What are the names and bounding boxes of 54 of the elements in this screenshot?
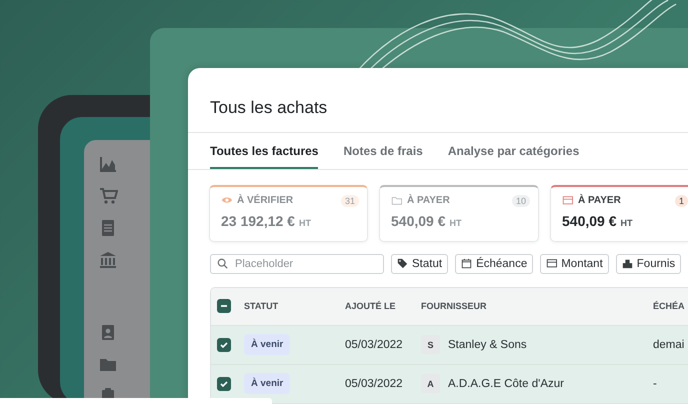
- table-row[interactable]: À venir 05/03/2022 A A.D.A.G.E Côte d'Azur -: [211, 364, 688, 404]
- summary-card[interactable]: À VÉRIFIER 31 23 192,12 € HT: [209, 184, 368, 242]
- building-icon: [622, 258, 633, 270]
- column-header: ÉCHÉA: [653, 301, 686, 312]
- filter-button[interactable]: Montant: [540, 254, 609, 274]
- calendar-icon: [461, 258, 472, 270]
- card-label: À VÉRIFIER: [237, 195, 294, 206]
- amount: 23 192,12 €: [221, 212, 295, 229]
- search-field[interactable]: Placeholder: [210, 254, 384, 274]
- amount: 540,09 €: [562, 212, 616, 229]
- table-row[interactable]: À venir 05/03/2022 S Stanley & Sons demai: [211, 326, 688, 365]
- summary-card[interactable]: À PAYER 1 540,09 € HT: [550, 184, 688, 242]
- card-label: À PAYER: [407, 195, 451, 206]
- row-checkbox[interactable]: [217, 376, 231, 391]
- table-cell-text: -: [653, 378, 658, 390]
- tab[interactable]: Analyse par catégories: [448, 132, 580, 169]
- unit-label: HT: [298, 218, 311, 228]
- supplier-avatar: S: [421, 335, 440, 354]
- filter-button[interactable]: Statut: [391, 254, 448, 274]
- filter-button[interactable]: Échéance: [455, 254, 534, 274]
- tab[interactable]: Notes de frais: [343, 132, 423, 169]
- unit-label: HT: [450, 218, 462, 228]
- card-icon: [546, 258, 558, 270]
- search-icon: [217, 258, 228, 269]
- checkmark-icon: [219, 378, 229, 389]
- column-header: FOURNISSEUR: [421, 301, 488, 312]
- status-tag: À venir: [244, 373, 290, 394]
- table-cell: A.D.A.G.E Côte d'Azur: [448, 378, 564, 390]
- unit-label: HT: [620, 218, 632, 228]
- table-cell-text: 05/03/2022: [345, 378, 404, 390]
- select-all-checkbox[interactable]: [217, 299, 231, 314]
- supplier-avatar: A: [421, 374, 440, 394]
- count-badge: 1: [674, 194, 688, 207]
- checkmark-icon: [219, 340, 229, 350]
- table-cell-text: demai: [653, 338, 686, 351]
- summary-card[interactable]: À PAYER 10 540,09 € HT: [379, 184, 539, 242]
- folder-icon: [391, 195, 402, 206]
- amount: 540,09 €: [391, 212, 446, 229]
- card-label: À PAYER: [578, 195, 622, 206]
- table-cell: Stanley & Sons: [448, 338, 527, 351]
- line-chart-icon[interactable]: [98, 154, 118, 174]
- bank-icon[interactable]: [98, 250, 118, 270]
- column-header: AJOUTÉ LE: [345, 301, 397, 312]
- tag-icon: [397, 258, 408, 270]
- filter-button[interactable]: Fournis: [616, 254, 682, 274]
- count-badge: 10: [512, 194, 530, 207]
- status-tag: À venir: [244, 334, 290, 356]
- row-checkbox[interactable]: [217, 338, 231, 352]
- cart-icon[interactable]: [98, 186, 118, 206]
- count-badge: 31: [340, 194, 359, 207]
- table-cell-text: 05/03/2022: [345, 338, 404, 351]
- card-icon: [562, 195, 573, 206]
- page-title: Tous les achats: [210, 98, 328, 119]
- column-header: STATUT: [244, 301, 280, 312]
